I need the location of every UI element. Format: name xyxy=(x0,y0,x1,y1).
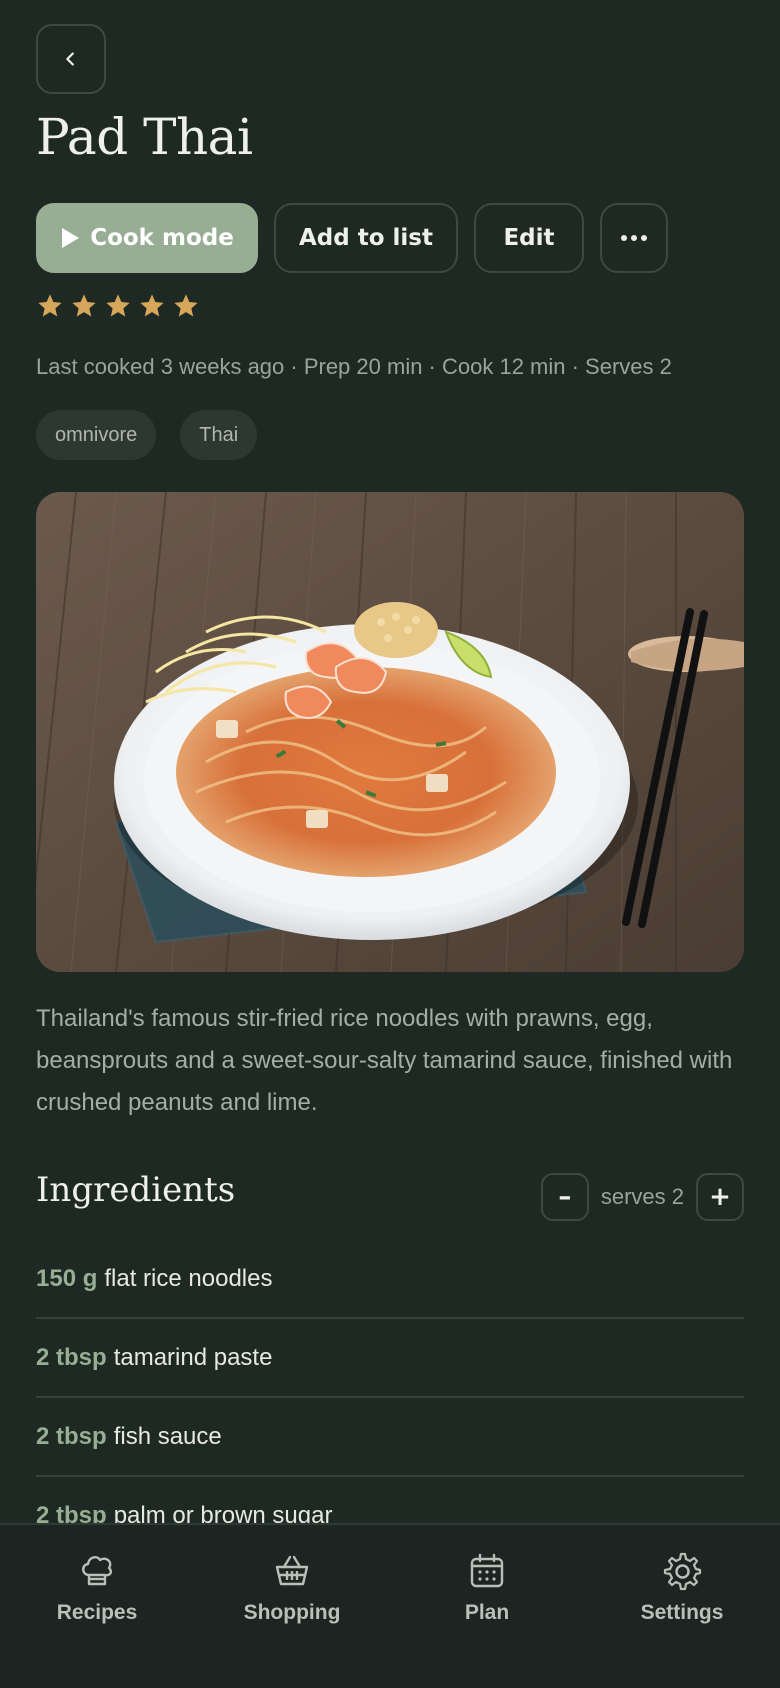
ingredient-name: fish sauce xyxy=(113,1422,222,1450)
pad-thai-photo xyxy=(36,492,744,972)
ellipsis-icon xyxy=(621,235,647,241)
ingredient-name: flat rice noodles xyxy=(104,1264,273,1292)
tag-list: omnivore Thai xyxy=(36,410,258,460)
recipe-description: Thailand's famous stir-fried rice noodle… xyxy=(36,1005,733,1116)
tab-recipes[interactable]: Recipes xyxy=(22,1551,172,1625)
edit-label: Edit xyxy=(503,225,555,251)
tag-chip[interactable]: omnivore xyxy=(36,410,157,460)
play-icon xyxy=(62,228,80,248)
cook-mode-button[interactable]: Cook mode xyxy=(36,203,258,273)
ingredient-item[interactable]: 150 g flat rice noodles xyxy=(36,1240,744,1319)
ingredient-name: tamarind paste xyxy=(113,1343,273,1371)
star-icon[interactable] xyxy=(172,292,200,320)
serves-stepper: – serves 2 + xyxy=(540,1173,744,1221)
serves-label: serves 2 xyxy=(600,1184,684,1209)
tab-label: Shopping xyxy=(243,1601,341,1624)
tab-shopping[interactable]: Shopping xyxy=(217,1551,367,1625)
add-to-list-button[interactable]: Add to list xyxy=(274,203,458,273)
tab-label: Recipes xyxy=(56,1601,138,1624)
tab-settings[interactable]: Settings xyxy=(607,1551,757,1625)
tab-label: Settings xyxy=(640,1601,724,1624)
chevron-left-icon xyxy=(66,52,74,66)
basket-icon xyxy=(275,1555,309,1586)
bottom-tab-bar: Recipes Shopping Plan Settings xyxy=(0,1523,780,1688)
ingredient-quantity: 2 tbsp xyxy=(36,1343,107,1371)
action-bar: Cook mode Add to list Edit xyxy=(36,203,668,273)
cook-mode-label: Cook mode xyxy=(90,225,234,251)
add-to-list-label: Add to list xyxy=(299,225,433,251)
recipe-photo xyxy=(36,492,744,972)
ingredient-list: 150 g flat rice noodles 2 tbsp tamarind … xyxy=(36,1240,744,1556)
back-button[interactable] xyxy=(36,24,106,94)
ingredients-heading: Ingredients xyxy=(36,1170,236,1210)
ingredient-item[interactable]: 2 tbsp tamarind paste xyxy=(36,1319,744,1398)
star-icon[interactable] xyxy=(70,292,98,320)
tag-chip[interactable]: Thai xyxy=(180,410,258,460)
star-icon[interactable] xyxy=(36,292,64,320)
star-icon[interactable] xyxy=(104,292,132,320)
page-title: Pad Thai xyxy=(36,108,253,166)
ingredient-item[interactable]: 2 tbsp fish sauce xyxy=(36,1398,744,1477)
increase-serves-button[interactable]: + xyxy=(696,1173,744,1221)
rating-stars[interactable] xyxy=(36,292,200,320)
ingredient-quantity: 2 tbsp xyxy=(36,1422,107,1450)
recipe-detail-page: Pad Thai Cook mode Add to list Edit Last… xyxy=(0,0,780,1688)
recipe-meta: Last cooked 3 weeks ago · Prep 20 min · … xyxy=(36,354,672,379)
star-icon[interactable] xyxy=(138,292,166,320)
tab-label: Plan xyxy=(464,1601,510,1624)
tab-plan[interactable]: Plan xyxy=(412,1551,562,1625)
calendar-icon xyxy=(470,1553,504,1588)
decrease-serves-button[interactable]: – xyxy=(540,1173,589,1221)
gear-icon xyxy=(663,1552,702,1591)
edit-button[interactable]: Edit xyxy=(474,203,584,273)
chef-hat-icon xyxy=(82,1556,113,1586)
more-options-button[interactable] xyxy=(600,203,668,273)
ingredient-quantity: 150 g xyxy=(36,1264,98,1292)
